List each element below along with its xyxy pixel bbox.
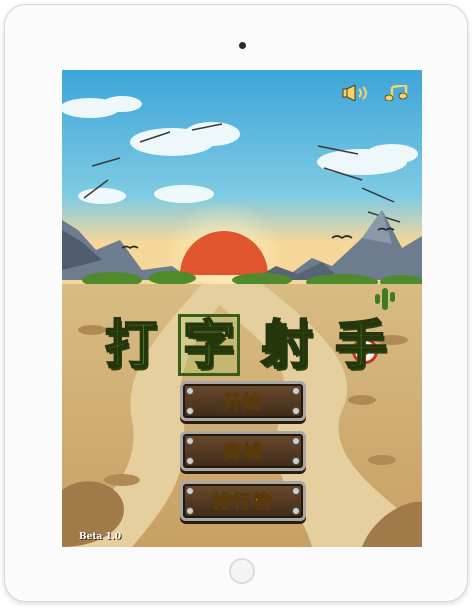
start-label: 开始	[223, 392, 263, 414]
version-label: Beta 1.0	[79, 532, 122, 542]
title-char-4: 手	[334, 316, 388, 376]
bolt-icon	[186, 457, 194, 465]
bolt-icon	[186, 487, 194, 495]
main-menu: 开始 商城 排行榜	[180, 381, 306, 531]
music-note-icon	[384, 85, 408, 101]
bolt-icon	[292, 437, 300, 445]
title-char-2: 字	[182, 316, 236, 376]
title-char-3: 射	[260, 316, 314, 376]
home-button[interactable]	[229, 558, 255, 584]
bolt-icon	[292, 387, 300, 395]
shop-label: 商城	[223, 442, 263, 464]
bolt-icon	[186, 387, 194, 395]
front-camera	[239, 42, 246, 49]
game-title: 打 字 射 手	[100, 314, 410, 378]
bolt-icon	[186, 407, 194, 415]
sound-toggle[interactable]	[342, 84, 370, 102]
bolt-icon	[186, 507, 194, 515]
title-char-1: 打	[104, 316, 158, 376]
music-toggle[interactable]	[382, 84, 410, 102]
bolt-icon	[292, 507, 300, 515]
bolt-icon	[292, 487, 300, 495]
leaderboard-label: 排行榜	[213, 492, 273, 514]
bolt-icon	[186, 437, 194, 445]
bolt-icon	[292, 457, 300, 465]
shop-button[interactable]: 商城	[180, 431, 306, 471]
top-controls	[342, 84, 410, 102]
speaker-icon	[342, 85, 367, 101]
bolt-icon	[292, 407, 300, 415]
leaderboard-button[interactable]: 排行榜	[180, 481, 306, 521]
start-button[interactable]: 开始	[180, 381, 306, 421]
game-screen: 打 字 射 手 开始 商城 排行榜 Beta 1.0	[62, 70, 422, 547]
tablet-frame: 打 字 射 手 开始 商城 排行榜 Beta 1.0	[4, 4, 468, 602]
